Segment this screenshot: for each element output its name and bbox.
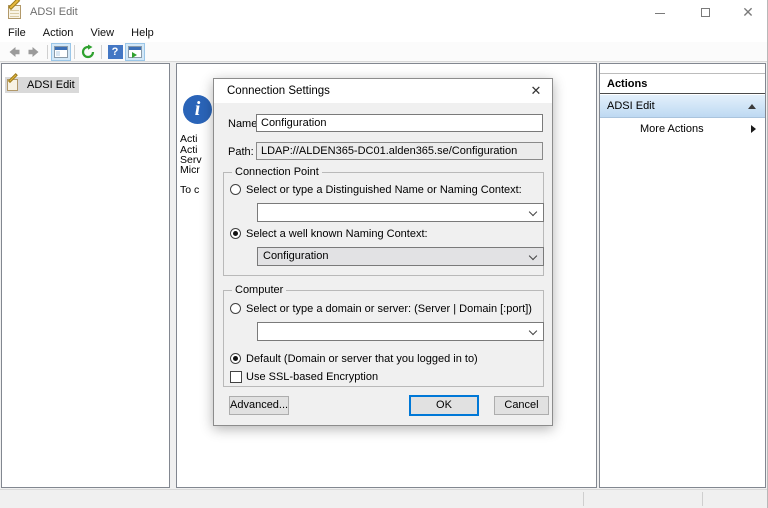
console-tree-icon [54,45,68,58]
toolbar-separator [47,44,48,59]
maximize-button[interactable] [691,0,721,25]
ok-button[interactable]: OK [409,395,479,416]
default-domain-radio-label: Default (Domain or server that you logge… [246,353,478,365]
help-icon: ? [107,44,123,59]
default-domain-radio[interactable] [230,353,241,364]
statusbar-divider [583,492,584,506]
actions-pane: Actions ADSI Edit More Actions [599,63,766,488]
refresh-button[interactable] [78,43,98,61]
distinguished-name-radio[interactable] [230,184,241,195]
show-action-pane-button[interactable] [125,42,145,61]
toolbar-separator [74,44,75,59]
clipped-text-line: To c [180,184,200,196]
forward-arrow-icon [28,46,39,57]
refresh-icon [81,44,95,58]
well-known-context-radio-label: Select a well known Naming Context: [246,228,428,240]
dialog-title-bar: Connection Settings ✕ [214,79,552,103]
adsi-edit-window: ADSI Edit ✕ File Action View Help ? ADSI… [0,0,768,508]
advanced-button[interactable]: Advanced... [229,396,289,415]
adsi-edit-node-icon [7,73,22,92]
console-tree-pane: ADSI Edit [1,63,170,488]
name-input[interactable] [256,114,543,132]
back-arrow-icon [9,46,20,57]
close-icon: ✕ [742,4,754,20]
chevron-down-icon [528,251,538,261]
more-actions-label: More Actions [640,123,704,135]
well-known-context-combobox[interactable]: Configuration [257,247,544,266]
more-actions-item[interactable]: More Actions [600,118,765,140]
action-pane-icon [128,45,142,58]
collapse-chevron-icon [748,104,756,109]
forward-button[interactable] [24,43,44,61]
distinguished-name-radio-label: Select or type a Distinguished Name or N… [246,184,522,196]
computer-legend: Computer [232,284,287,296]
clipped-text-line: Micr [180,164,200,176]
statusbar-divider [702,492,703,506]
maximize-icon [701,8,710,17]
adsi-edit-app-icon [8,0,24,20]
combobox-value: Configuration [263,250,329,262]
submenu-arrow-icon [751,125,756,133]
dialog-title: Connection Settings [227,85,330,97]
connection-point-group: Connection Point Select or type a Distin… [223,166,544,276]
ssl-encryption-checkbox-label: Use SSL-based Encryption [246,371,379,383]
menu-bar: File Action View Help [0,25,767,42]
tree-item-label: ADSI Edit [27,79,75,91]
domain-or-server-radio[interactable] [230,303,241,314]
ssl-encryption-checkbox[interactable] [230,371,242,383]
title-bar: ADSI Edit ✕ [0,0,767,25]
show-console-tree-button[interactable] [51,42,71,61]
minimize-icon [655,13,665,14]
domain-or-server-combobox[interactable] [257,322,544,341]
back-button[interactable] [4,43,24,61]
computer-group: Computer Select or type a domain or serv… [223,284,544,387]
window-title: ADSI Edit [30,6,78,18]
actions-group-adsi-edit[interactable]: ADSI Edit [600,95,765,118]
domain-or-server-radio-label: Select or type a domain or server: (Serv… [246,303,532,315]
toolbar: ? [0,42,767,62]
chevron-down-icon [528,207,538,217]
toolbar-separator [101,44,102,59]
tree-item-adsi-edit[interactable]: ADSI Edit [5,73,79,93]
menu-help[interactable]: Help [131,25,154,42]
help-button[interactable]: ? [105,43,125,61]
connection-settings-dialog: Connection Settings ✕ Name: Path: LDAP:/… [213,78,553,426]
connection-point-legend: Connection Point [232,166,322,178]
close-button[interactable]: ✕ [733,0,763,25]
menu-file[interactable]: File [8,25,26,42]
menu-view[interactable]: View [90,25,114,42]
status-bar [0,489,767,508]
info-icon: i [183,95,212,124]
cancel-button[interactable]: Cancel [494,396,549,415]
well-known-context-radio[interactable] [230,228,241,239]
menu-action[interactable]: Action [43,25,74,42]
chevron-down-icon [528,326,538,336]
minimize-button[interactable] [645,0,675,25]
actions-pane-header: Actions [600,73,765,94]
path-label: Path: [228,146,254,158]
dialog-close-button[interactable]: ✕ [525,82,547,100]
actions-group-label: ADSI Edit [607,100,655,112]
path-field: LDAP://ALDEN365-DC01.alden365.se/Configu… [256,142,543,160]
distinguished-name-combobox[interactable] [257,203,544,222]
